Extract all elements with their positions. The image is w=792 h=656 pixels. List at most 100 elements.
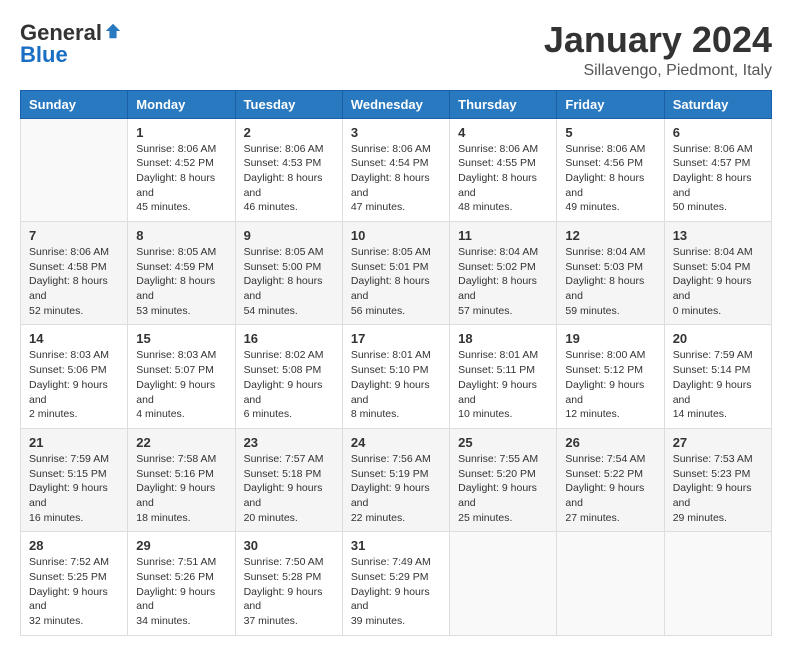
table-row: 16Sunrise: 8:02 AMSunset: 5:08 PMDayligh… bbox=[235, 325, 342, 428]
logo: General Blue bbox=[20, 20, 122, 68]
sunset-time: Sunset: 4:59 PM bbox=[136, 261, 214, 273]
day-info: Sunrise: 8:06 AMSunset: 4:57 PMDaylight:… bbox=[673, 142, 763, 215]
table-row: 15Sunrise: 8:03 AMSunset: 5:07 PMDayligh… bbox=[128, 325, 235, 428]
day-info: Sunrise: 8:06 AMSunset: 4:52 PMDaylight:… bbox=[136, 142, 226, 215]
sunrise-time: Sunrise: 7:49 AM bbox=[351, 556, 431, 568]
sunrise-time: Sunrise: 8:06 AM bbox=[673, 143, 753, 155]
sunrise-time: Sunrise: 8:01 AM bbox=[458, 349, 538, 361]
day-number: 21 bbox=[29, 435, 119, 450]
sunrise-time: Sunrise: 8:01 AM bbox=[351, 349, 431, 361]
sunrise-time: Sunrise: 7:50 AM bbox=[244, 556, 324, 568]
sunrise-time: Sunrise: 8:05 AM bbox=[136, 246, 216, 258]
day-info: Sunrise: 7:50 AMSunset: 5:28 PMDaylight:… bbox=[244, 555, 334, 628]
day-info: Sunrise: 8:03 AMSunset: 5:07 PMDaylight:… bbox=[136, 348, 226, 421]
table-row: 26Sunrise: 7:54 AMSunset: 5:22 PMDayligh… bbox=[557, 428, 664, 531]
day-info: Sunrise: 7:51 AMSunset: 5:26 PMDaylight:… bbox=[136, 555, 226, 628]
table-row bbox=[557, 532, 664, 635]
day-info: Sunrise: 7:58 AMSunset: 5:16 PMDaylight:… bbox=[136, 452, 226, 525]
sunrise-time: Sunrise: 8:03 AM bbox=[136, 349, 216, 361]
sunrise-time: Sunrise: 8:06 AM bbox=[565, 143, 645, 155]
day-number: 27 bbox=[673, 435, 763, 450]
day-info: Sunrise: 7:57 AMSunset: 5:18 PMDaylight:… bbox=[244, 452, 334, 525]
col-thursday: Thursday bbox=[450, 90, 557, 118]
sunset-time: Sunset: 4:58 PM bbox=[29, 261, 107, 273]
sunset-time: Sunset: 4:55 PM bbox=[458, 157, 536, 169]
sunrise-time: Sunrise: 7:52 AM bbox=[29, 556, 109, 568]
day-info: Sunrise: 8:02 AMSunset: 5:08 PMDaylight:… bbox=[244, 348, 334, 421]
day-number: 6 bbox=[673, 125, 763, 140]
sunset-time: Sunset: 5:00 PM bbox=[244, 261, 322, 273]
col-monday: Monday bbox=[128, 90, 235, 118]
table-row: 1Sunrise: 8:06 AMSunset: 4:52 PMDaylight… bbox=[128, 118, 235, 221]
day-number: 12 bbox=[565, 228, 655, 243]
sunset-time: Sunset: 5:04 PM bbox=[673, 261, 751, 273]
sunset-time: Sunset: 5:03 PM bbox=[565, 261, 643, 273]
day-number: 10 bbox=[351, 228, 441, 243]
sunset-time: Sunset: 5:14 PM bbox=[673, 364, 751, 376]
sunset-time: Sunset: 5:12 PM bbox=[565, 364, 643, 376]
table-row bbox=[664, 532, 771, 635]
sunrise-time: Sunrise: 7:51 AM bbox=[136, 556, 216, 568]
sunset-time: Sunset: 5:26 PM bbox=[136, 571, 214, 583]
page-header: General Blue January 2024 Sillavengo, Pi… bbox=[20, 20, 772, 80]
day-number: 8 bbox=[136, 228, 226, 243]
sunrise-time: Sunrise: 8:06 AM bbox=[458, 143, 538, 155]
sunset-time: Sunset: 4:57 PM bbox=[673, 157, 751, 169]
sunset-time: Sunset: 5:18 PM bbox=[244, 468, 322, 480]
sunrise-time: Sunrise: 8:04 AM bbox=[673, 246, 753, 258]
day-info: Sunrise: 7:53 AMSunset: 5:23 PMDaylight:… bbox=[673, 452, 763, 525]
table-row: 21 Sunrise: 7:59 AMSunset: 5:15 PMDayligh… bbox=[21, 428, 128, 531]
sunrise-time: Sunrise: 7:59 AM bbox=[673, 349, 753, 361]
sunset-time: Sunset: 5:20 PM bbox=[458, 468, 536, 480]
table-row: 30 Sunrise: 7:50 AMSunset: 5:28 PMDayligh… bbox=[235, 532, 342, 635]
sunset-time: Sunset: 5:07 PM bbox=[136, 364, 214, 376]
day-number: 23 bbox=[244, 435, 334, 450]
day-number: 30 bbox=[244, 538, 334, 553]
calendar-header-row: Sunday Monday Tuesday Wednesday Thursday… bbox=[21, 90, 772, 118]
day-info: Sunrise: 7:59 AMSunset: 5:15 PMDaylight:… bbox=[29, 452, 119, 525]
sunrise-time: Sunrise: 7:57 AM bbox=[244, 453, 324, 465]
day-number: 26 bbox=[565, 435, 655, 450]
sunrise-time: Sunrise: 8:02 AM bbox=[244, 349, 324, 361]
col-sunday: Sunday bbox=[21, 90, 128, 118]
sunrise-time: Sunrise: 7:54 AM bbox=[565, 453, 645, 465]
day-number: 13 bbox=[673, 228, 763, 243]
table-row: 9Sunrise: 8:05 AMSunset: 5:00 PMDaylight… bbox=[235, 222, 342, 325]
table-row: 20Sunrise: 7:59 AMSunset: 5:14 PMDayligh… bbox=[664, 325, 771, 428]
logo-blue-text: Blue bbox=[20, 42, 68, 68]
day-number: 20 bbox=[673, 331, 763, 346]
day-number: 29 bbox=[136, 538, 226, 553]
sunrise-time: Sunrise: 8:03 AM bbox=[29, 349, 109, 361]
day-number: 3 bbox=[351, 125, 441, 140]
sunrise-time: Sunrise: 8:06 AM bbox=[136, 143, 216, 155]
table-row: 27 Sunrise: 7:53 AMSunset: 5:23 PMDayligh… bbox=[664, 428, 771, 531]
table-row: 2Sunrise: 8:06 AMSunset: 4:53 PMDaylight… bbox=[235, 118, 342, 221]
sunrise-time: Sunrise: 7:56 AM bbox=[351, 453, 431, 465]
sunset-time: Sunset: 5:16 PM bbox=[136, 468, 214, 480]
day-info: Sunrise: 8:01 AMSunset: 5:10 PMDaylight:… bbox=[351, 348, 441, 421]
day-number: 14 bbox=[29, 331, 119, 346]
sunset-time: Sunset: 5:29 PM bbox=[351, 571, 429, 583]
calendar-week-1: 1Sunrise: 8:06 AMSunset: 4:52 PMDaylight… bbox=[21, 118, 772, 221]
calendar-week-2: 7Sunrise: 8:06 AMSunset: 4:58 PMDaylight… bbox=[21, 222, 772, 325]
day-info: Sunrise: 8:04 AMSunset: 5:04 PMDaylight:… bbox=[673, 245, 763, 318]
day-info: Sunrise: 7:52 AMSunset: 5:25 PMDaylight:… bbox=[29, 555, 119, 628]
table-row: 23Sunrise: 7:57 AMSunset: 5:18 PMDayligh… bbox=[235, 428, 342, 531]
day-info: Sunrise: 8:05 AMSunset: 5:01 PMDaylight:… bbox=[351, 245, 441, 318]
table-row: 31Sunrise: 7:49 AMSunset: 5:29 PMDayligh… bbox=[342, 532, 449, 635]
table-row: 5Sunrise: 8:06 AMSunset: 4:56 PMDaylight… bbox=[557, 118, 664, 221]
day-info: Sunrise: 7:59 AMSunset: 5:14 PMDaylight:… bbox=[673, 348, 763, 421]
day-info: Sunrise: 8:00 AMSunset: 5:12 PMDaylight:… bbox=[565, 348, 655, 421]
table-row: 7Sunrise: 8:06 AMSunset: 4:58 PMDaylight… bbox=[21, 222, 128, 325]
sunrise-time: Sunrise: 8:00 AM bbox=[565, 349, 645, 361]
day-info: Sunrise: 8:01 AMSunset: 5:11 PMDaylight:… bbox=[458, 348, 548, 421]
day-number: 22 bbox=[136, 435, 226, 450]
sunset-time: Sunset: 5:06 PM bbox=[29, 364, 107, 376]
col-friday: Friday bbox=[557, 90, 664, 118]
table-row: 24Sunrise: 7:56 AMSunset: 5:19 PMDayligh… bbox=[342, 428, 449, 531]
sunrise-time: Sunrise: 7:55 AM bbox=[458, 453, 538, 465]
table-row: 18Sunrise: 8:01 AMSunset: 5:11 PMDayligh… bbox=[450, 325, 557, 428]
logo-icon bbox=[104, 22, 122, 40]
table-row: 25Sunrise: 7:55 AMSunset: 5:20 PMDayligh… bbox=[450, 428, 557, 531]
day-info: Sunrise: 8:04 AMSunset: 5:02 PMDaylight:… bbox=[458, 245, 548, 318]
